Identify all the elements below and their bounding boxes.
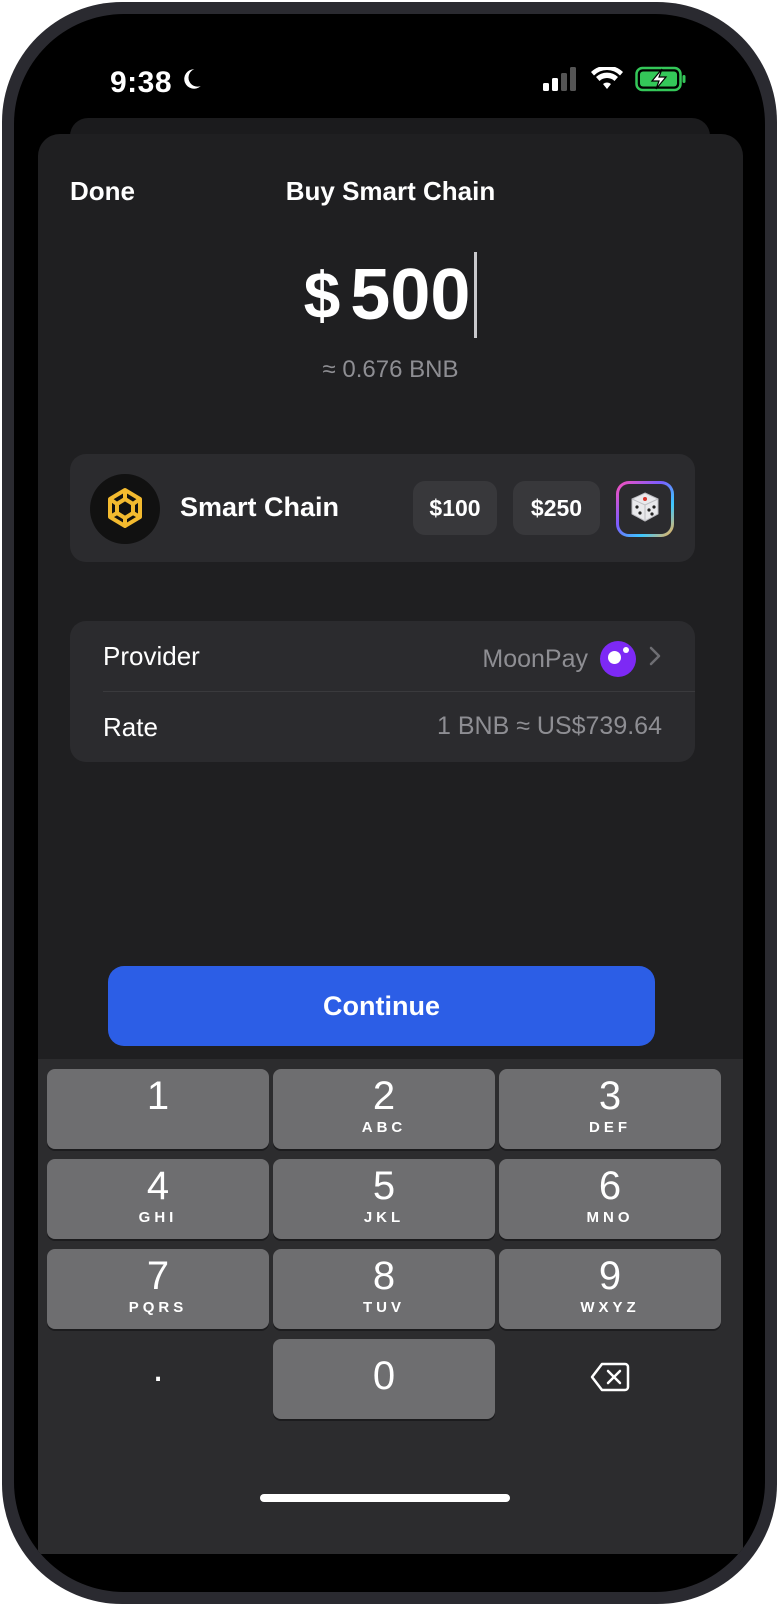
status-bar-time: 9:38	[110, 66, 204, 100]
rate-value: 1 BNB ≈ US$739.64	[437, 712, 662, 740]
key-3[interactable]: 3 DEF	[499, 1069, 721, 1149]
amount-input[interactable]: $ 500	[38, 252, 743, 338]
amount-value: 500	[350, 255, 471, 335]
quote-info-card: Provider MoonPay Rate 1 BNB ≈ US$739.64	[70, 621, 695, 762]
delete-backward-icon	[499, 1361, 721, 1398]
numeric-keypad: 1 2 ABC 3 DEF 4 GHI 5 JKL 6 MNO 7 PQRS 8…	[38, 1059, 743, 1554]
bnb-logo-icon	[90, 474, 160, 544]
chevron-right-icon	[648, 645, 662, 674]
asset-name: Smart Chain	[180, 492, 340, 522]
provider-row[interactable]: Provider MoonPay	[70, 621, 695, 692]
status-time: 9:38	[110, 66, 173, 99]
buy-sheet: Done Buy Smart Chain $ 500 ≈ 0.676 BNB S…	[38, 134, 743, 1554]
status-bar-right	[543, 65, 687, 97]
key-2[interactable]: 2 ABC	[273, 1069, 495, 1149]
key-0[interactable]: 0	[273, 1339, 495, 1419]
provider-value: MoonPay	[482, 644, 588, 673]
preset-250-button[interactable]: $250	[513, 481, 600, 535]
dice-icon	[628, 490, 662, 529]
screen: 9:38 Done Buy Smart Chain $ 500 ≈ 0.676 …	[14, 14, 765, 1592]
battery-charging-icon	[635, 66, 687, 97]
random-amount-button[interactable]	[616, 481, 674, 537]
continue-button[interactable]: Continue	[108, 966, 655, 1046]
provider-label: Provider	[103, 641, 200, 671]
currency-symbol: $	[303, 258, 341, 332]
key-decimal[interactable]: .	[47, 1339, 269, 1419]
rate-label: Rate	[103, 712, 158, 742]
sheet-title: Buy Smart Chain	[285, 176, 496, 206]
asset-card: Smart Chain $100 $250	[70, 454, 695, 562]
moon-icon	[178, 66, 204, 100]
key-5[interactable]: 5 JKL	[273, 1159, 495, 1239]
rate-row: Rate 1 BNB ≈ US$739.64	[70, 692, 695, 762]
preset-100-button[interactable]: $100	[413, 481, 497, 535]
key-7[interactable]: 7 PQRS	[47, 1249, 269, 1329]
phone-frame: 9:38 Done Buy Smart Chain $ 500 ≈ 0.676 …	[2, 2, 777, 1604]
crypto-equivalent: ≈ 0.676 BNB	[322, 356, 459, 383]
key-6[interactable]: 6 MNO	[499, 1159, 721, 1239]
wifi-icon	[591, 65, 623, 96]
home-indicator[interactable]	[260, 1494, 510, 1502]
moonpay-logo-icon	[600, 641, 636, 677]
cellular-signal-icon	[543, 67, 579, 96]
key-1[interactable]: 1	[47, 1069, 269, 1149]
key-9[interactable]: 9 WXYZ	[499, 1249, 721, 1329]
backspace-key[interactable]	[499, 1339, 721, 1419]
key-4[interactable]: 4 GHI	[47, 1159, 269, 1239]
key-8[interactable]: 8 TUV	[273, 1249, 495, 1329]
text-cursor	[474, 252, 478, 338]
